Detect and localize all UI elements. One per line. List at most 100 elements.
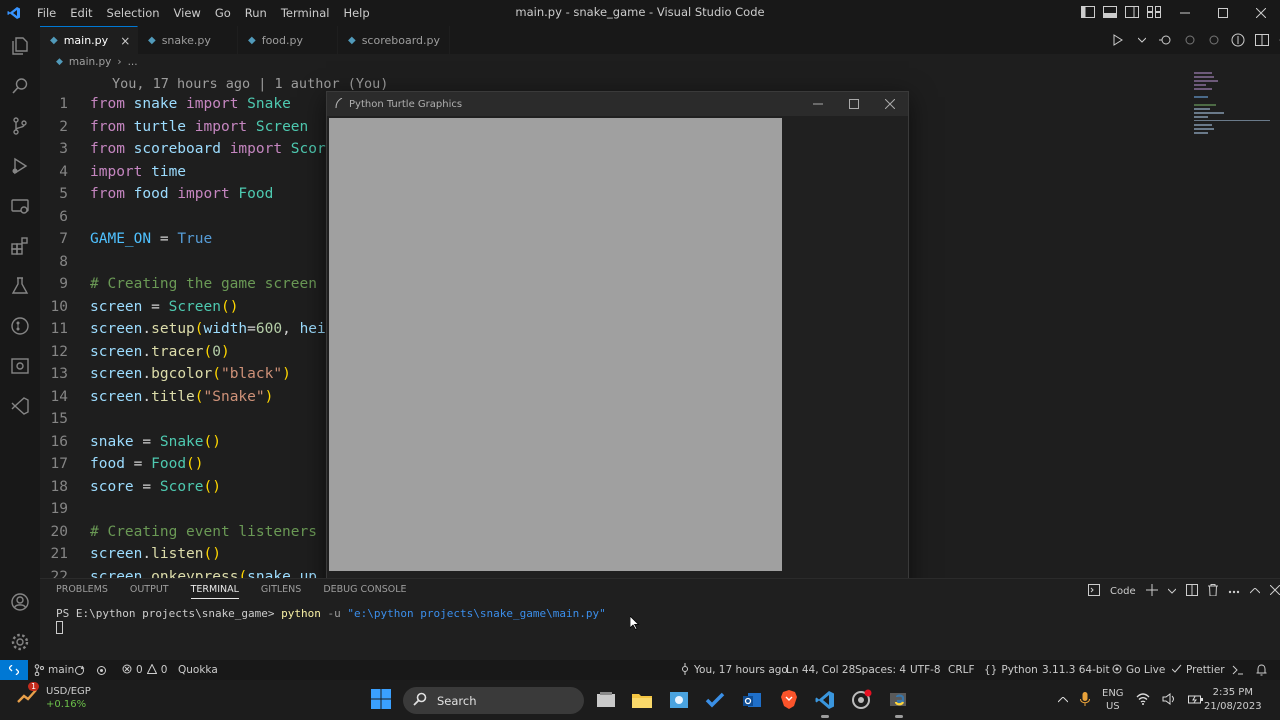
sync-icon[interactable] [74, 660, 85, 680]
accounts-status-icon[interactable] [1232, 660, 1244, 680]
minimize-icon[interactable] [1166, 0, 1204, 26]
explorer-icon[interactable] [8, 34, 32, 58]
gitlens-compare-icon[interactable] [1230, 32, 1246, 48]
vscode-taskbar-icon[interactable] [813, 688, 837, 718]
prettier-status[interactable]: Prettier [1171, 660, 1225, 680]
problems-status[interactable]: 0 0 [122, 660, 167, 680]
tab-problems[interactable]: PROBLEMS [56, 584, 108, 599]
settings-gear-icon[interactable] [8, 630, 32, 654]
python-file-icon: ◆ [50, 35, 58, 46]
toggle-secondary-sidebar-icon[interactable] [1124, 4, 1140, 20]
tab-gitlens[interactable]: GITLENS [261, 584, 301, 599]
close-tab-icon[interactable]: × [120, 34, 130, 48]
todo-icon[interactable] [703, 688, 727, 712]
next-change-icon[interactable] [1206, 32, 1222, 48]
python-interpreter[interactable]: 3.11.3 64-bit [1042, 660, 1110, 680]
brave-browser-icon[interactable] [777, 688, 801, 712]
battery-icon[interactable] [1187, 693, 1204, 708]
previous-change-icon[interactable] [1182, 32, 1198, 48]
go-live-button[interactable]: Go Live [1112, 660, 1165, 680]
chevron-down-icon[interactable] [1167, 586, 1176, 597]
menu-run[interactable]: Run [238, 0, 274, 26]
python-taskbar-icon[interactable] [887, 688, 911, 718]
maximize-icon[interactable] [1204, 0, 1242, 26]
input-language[interactable]: ENG US [1102, 687, 1124, 713]
remote-indicator-icon[interactable] [0, 660, 28, 680]
tab-debug-console[interactable]: DEBUG CONSOLE [323, 584, 406, 599]
code-token: food [133, 186, 178, 203]
minimap[interactable] [1190, 70, 1274, 140]
line-ending[interactable]: CRLF [948, 660, 975, 680]
file-explorer-icon[interactable] [630, 688, 654, 712]
close-window-icon[interactable] [1242, 0, 1280, 26]
more-actions-icon[interactable] [1228, 586, 1240, 597]
tab-output[interactable]: OUTPUT [130, 584, 169, 599]
trash-icon[interactable] [1207, 584, 1218, 599]
toggle-sidebar-icon[interactable] [1080, 4, 1096, 20]
toggle-panel-icon[interactable] [1102, 4, 1118, 20]
open-changes-icon[interactable] [1158, 32, 1174, 48]
maximize-icon[interactable] [836, 92, 872, 116]
chevron-up-icon[interactable] [1057, 695, 1069, 706]
new-terminal-icon[interactable] [1145, 584, 1158, 599]
menu-edit[interactable]: Edit [63, 0, 99, 26]
encoding[interactable]: UTF-8 [910, 660, 941, 680]
code-token: screen [90, 321, 143, 338]
blame-status[interactable]: You, 17 hours ago [680, 660, 788, 680]
menu-terminal[interactable]: Terminal [274, 0, 337, 26]
turtle-canvas[interactable] [329, 118, 782, 571]
outlook-icon[interactable] [740, 688, 764, 712]
customize-layout-icon[interactable] [1146, 4, 1162, 20]
cursor-position[interactable]: Ln 44, Col 28 [786, 660, 855, 680]
breadcrumb-file[interactable]: main.py [69, 56, 111, 68]
breadcrumb-rest[interactable]: ... [128, 56, 138, 68]
branch-name: main [48, 664, 75, 676]
menu-help[interactable]: Help [336, 0, 376, 26]
chrome-icon[interactable] [850, 688, 874, 712]
wifi-icon[interactable] [1136, 692, 1150, 708]
tab-scoreboard-py[interactable]: ◆ scoreboard.py [338, 26, 450, 54]
split-terminal-icon[interactable] [1185, 584, 1198, 599]
notifications-bell-icon[interactable] [1256, 660, 1267, 680]
tab-terminal[interactable]: TERMINAL [190, 584, 239, 599]
split-editor-icon[interactable] [1254, 32, 1270, 48]
close-panel-icon[interactable] [1269, 584, 1280, 598]
minimize-icon[interactable] [800, 92, 836, 116]
task-view-icon[interactable] [594, 688, 618, 712]
indentation[interactable]: Spaces: 4 [855, 660, 906, 680]
maximize-panel-icon[interactable] [1249, 586, 1260, 597]
tab-food-py[interactable]: ◆ food.py [238, 26, 338, 54]
tab-snake-py[interactable]: ◆ snake.py [138, 26, 238, 54]
menu-view[interactable]: View [167, 0, 208, 26]
git-blame-codelens[interactable]: You, 17 hours ago | 1 author (You) [112, 76, 388, 92]
git-branch-status[interactable]: main [34, 660, 74, 680]
microphone-icon[interactable] [1080, 691, 1090, 710]
menu-go[interactable]: Go [208, 0, 238, 26]
search-icon [413, 692, 427, 709]
code-token: GAME_ON [90, 231, 152, 248]
accounts-icon[interactable] [8, 590, 32, 614]
terminal-shell-label[interactable]: Code [1110, 586, 1136, 597]
language-mode[interactable]: {} Python [984, 660, 1038, 680]
ports-icon[interactable] [96, 660, 107, 680]
run-icon[interactable] [1110, 32, 1126, 48]
chevron-down-icon[interactable] [1134, 32, 1150, 48]
turtle-title-bar[interactable]: Python Turtle Graphics [327, 92, 908, 116]
code-token: "Snake" [203, 388, 265, 405]
line-number: 22 [50, 568, 68, 578]
menu-selection[interactable]: Selection [100, 0, 167, 26]
taskbar-search[interactable]: Search [403, 687, 584, 714]
ticker-widget[interactable]: 1 USD/EGP +0.16% [16, 681, 91, 711]
line-number: 9 [59, 276, 68, 293]
menu-file[interactable]: File [30, 0, 63, 26]
system-clock[interactable]: 2:35 PM 21/08/2023 [1204, 686, 1262, 714]
quokka-status[interactable]: Quokka [178, 660, 218, 680]
terminal-output[interactable]: PS E:\python projects\snake_game> python… [56, 607, 606, 620]
turtle-graphics-window[interactable]: Python Turtle Graphics [326, 91, 909, 606]
code-token: ) [220, 343, 230, 360]
close-window-icon[interactable] [872, 92, 908, 116]
tab-main-py[interactable]: ◆ main.py × [40, 26, 138, 54]
control-panel-icon[interactable] [667, 688, 691, 712]
windows-start-icon[interactable] [370, 688, 392, 710]
volume-icon[interactable] [1162, 692, 1176, 708]
